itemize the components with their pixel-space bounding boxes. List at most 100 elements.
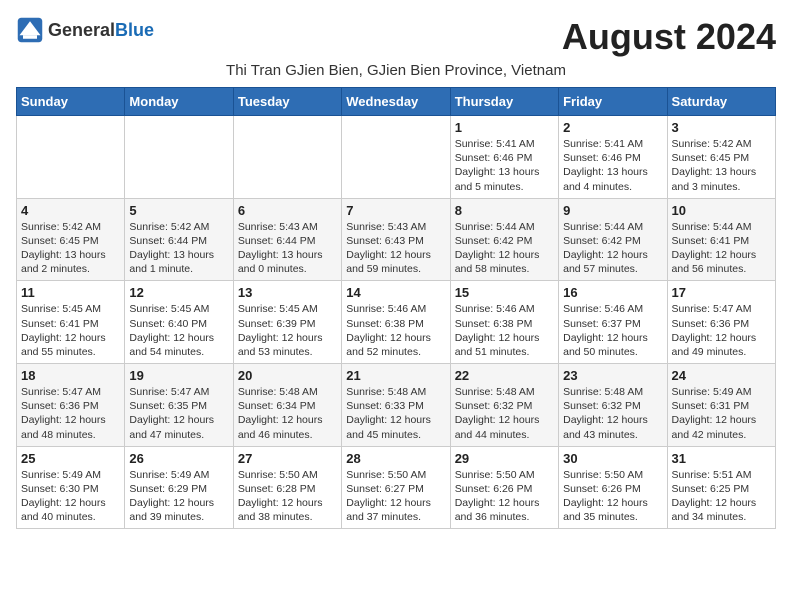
- day-cell: 26Sunrise: 5:49 AMSunset: 6:29 PMDayligh…: [125, 446, 233, 529]
- day-cell: 31Sunrise: 5:51 AMSunset: 6:25 PMDayligh…: [667, 446, 775, 529]
- day-info: Sunrise: 5:50 AMSunset: 6:27 PMDaylight:…: [346, 468, 445, 525]
- day-number: 27: [238, 451, 337, 466]
- day-number: 17: [672, 285, 771, 300]
- logo-general: General: [48, 20, 115, 40]
- week-row-4: 25 Sunrise: 5:49 AMSunset: 6:30 PMDayligh…: [17, 446, 776, 529]
- day-number: 21: [346, 368, 445, 383]
- day-number: 9: [563, 203, 662, 218]
- day-info: Sunrise: 5:42 AMSunset: 6:45 PMDaylight:…: [21, 220, 120, 277]
- day-info: Sunrise: 5:41 AMSunset: 6:46 PMDaylight:…: [563, 137, 662, 194]
- day-info: Sunrise: 5:47 AMSunset: 6:35 PMDaylight:…: [129, 385, 228, 442]
- day-cell: 10 Sunrise: 5:44 AMSunset: 6:41 PMDayligh…: [667, 198, 775, 281]
- day-cell: 7Sunrise: 5:43 AMSunset: 6:43 PMDaylight…: [342, 198, 450, 281]
- day-info: Sunrise: 5:44 AMSunset: 6:42 PMDaylight:…: [563, 220, 662, 277]
- day-number: 19: [129, 368, 228, 383]
- day-info: Sunrise: 5:45 AMSunset: 6:40 PMDaylight:…: [129, 302, 228, 359]
- day-cell: 6 Sunrise: 5:43 AMSunset: 6:44 PMDaylight…: [233, 198, 341, 281]
- day-number: 22: [455, 368, 554, 383]
- day-number: 8: [455, 203, 554, 218]
- day-number: 23: [563, 368, 662, 383]
- day-number: 25: [21, 451, 120, 466]
- day-cell: 3 Sunrise: 5:42 AMSunset: 6:45 PMDaylight…: [667, 116, 775, 199]
- day-info: Sunrise: 5:49 AMSunset: 6:30 PMDaylight:…: [21, 468, 120, 525]
- day-info: Sunrise: 5:49 AMSunset: 6:29 PMDaylight:…: [129, 468, 228, 525]
- day-info: Sunrise: 5:50 AMSunset: 6:26 PMDaylight:…: [563, 468, 662, 525]
- col-header-sunday: Sunday: [17, 88, 125, 116]
- day-cell: 11 Sunrise: 5:45 AMSunset: 6:41 PMDayligh…: [17, 281, 125, 364]
- day-cell: 23 Sunrise: 5:48 AMSunset: 6:32 PMDayligh…: [559, 364, 667, 447]
- logo-blue: Blue: [115, 20, 154, 40]
- day-number: 20: [238, 368, 337, 383]
- col-header-tuesday: Tuesday: [233, 88, 341, 116]
- day-number: 18: [21, 368, 120, 383]
- logo-text: GeneralBlue: [48, 20, 154, 41]
- page-header: GeneralBlue August 2024: [16, 16, 776, 58]
- day-cell: 5 Sunrise: 5:42 AMSunset: 6:44 PMDaylight…: [125, 198, 233, 281]
- day-info: Sunrise: 5:44 AMSunset: 6:42 PMDaylight:…: [455, 220, 554, 277]
- day-number: 3: [672, 120, 771, 135]
- day-info: Sunrise: 5:49 AMSunset: 6:31 PMDaylight:…: [672, 385, 771, 442]
- col-header-wednesday: Wednesday: [342, 88, 450, 116]
- day-cell: 20 Sunrise: 5:48 AMSunset: 6:34 PMDayligh…: [233, 364, 341, 447]
- day-info: Sunrise: 5:46 AMSunset: 6:38 PMDaylight:…: [346, 302, 445, 359]
- day-cell: 4 Sunrise: 5:42 AMSunset: 6:45 PMDaylight…: [17, 198, 125, 281]
- day-info: Sunrise: 5:45 AMSunset: 6:39 PMDaylight:…: [238, 302, 337, 359]
- day-cell: 16 Sunrise: 5:46 AMSunset: 6:37 PMDayligh…: [559, 281, 667, 364]
- calendar-header-row: SundayMondayTuesdayWednesdayThursdayFrid…: [17, 88, 776, 116]
- col-header-saturday: Saturday: [667, 88, 775, 116]
- week-row-0: 1Sunrise: 5:41 AMSunset: 6:46 PMDaylight…: [17, 116, 776, 199]
- day-cell: [17, 116, 125, 199]
- day-info: Sunrise: 5:43 AMSunset: 6:44 PMDaylight:…: [238, 220, 337, 277]
- day-cell: 27 Sunrise: 5:50 AMSunset: 6:28 PMDayligh…: [233, 446, 341, 529]
- day-cell: 9 Sunrise: 5:44 AMSunset: 6:42 PMDaylight…: [559, 198, 667, 281]
- day-cell: [233, 116, 341, 199]
- calendar-body: 1Sunrise: 5:41 AMSunset: 6:46 PMDaylight…: [17, 116, 776, 529]
- day-info: Sunrise: 5:46 AMSunset: 6:38 PMDaylight:…: [455, 302, 554, 359]
- day-number: 13: [238, 285, 337, 300]
- day-info: Sunrise: 5:44 AMSunset: 6:41 PMDaylight:…: [672, 220, 771, 277]
- day-number: 11: [21, 285, 120, 300]
- col-header-thursday: Thursday: [450, 88, 558, 116]
- day-number: 4: [21, 203, 120, 218]
- day-info: Sunrise: 5:46 AMSunset: 6:37 PMDaylight:…: [563, 302, 662, 359]
- day-cell: [125, 116, 233, 199]
- day-info: Sunrise: 5:47 AMSunset: 6:36 PMDaylight:…: [672, 302, 771, 359]
- day-info: Sunrise: 5:42 AMSunset: 6:45 PMDaylight:…: [672, 137, 771, 194]
- week-row-1: 4 Sunrise: 5:42 AMSunset: 6:45 PMDaylight…: [17, 198, 776, 281]
- col-header-monday: Monday: [125, 88, 233, 116]
- day-number: 16: [563, 285, 662, 300]
- day-cell: 22 Sunrise: 5:48 AMSunset: 6:32 PMDayligh…: [450, 364, 558, 447]
- day-number: 10: [672, 203, 771, 218]
- day-number: 14: [346, 285, 445, 300]
- month-title: August 2024: [562, 16, 776, 58]
- day-cell: 13 Sunrise: 5:45 AMSunset: 6:39 PMDayligh…: [233, 281, 341, 364]
- day-info: Sunrise: 5:48 AMSunset: 6:32 PMDaylight:…: [563, 385, 662, 442]
- day-number: 5: [129, 203, 228, 218]
- day-info: Sunrise: 5:45 AMSunset: 6:41 PMDaylight:…: [21, 302, 120, 359]
- day-info: Sunrise: 5:48 AMSunset: 6:33 PMDaylight:…: [346, 385, 445, 442]
- day-cell: 28Sunrise: 5:50 AMSunset: 6:27 PMDayligh…: [342, 446, 450, 529]
- subtitle: Thi Tran GJien Bien, GJien Bien Province…: [16, 62, 776, 79]
- day-info: Sunrise: 5:43 AMSunset: 6:43 PMDaylight:…: [346, 220, 445, 277]
- day-info: Sunrise: 5:42 AMSunset: 6:44 PMDaylight:…: [129, 220, 228, 277]
- day-number: 15: [455, 285, 554, 300]
- day-info: Sunrise: 5:48 AMSunset: 6:34 PMDaylight:…: [238, 385, 337, 442]
- day-cell: 8 Sunrise: 5:44 AMSunset: 6:42 PMDaylight…: [450, 198, 558, 281]
- day-cell: 18Sunrise: 5:47 AMSunset: 6:36 PMDayligh…: [17, 364, 125, 447]
- day-cell: 2 Sunrise: 5:41 AMSunset: 6:46 PMDaylight…: [559, 116, 667, 199]
- day-number: 31: [672, 451, 771, 466]
- day-number: 2: [563, 120, 662, 135]
- day-cell: 12Sunrise: 5:45 AMSunset: 6:40 PMDayligh…: [125, 281, 233, 364]
- day-number: 30: [563, 451, 662, 466]
- logo: GeneralBlue: [16, 16, 154, 44]
- day-info: Sunrise: 5:41 AMSunset: 6:46 PMDaylight:…: [455, 137, 554, 194]
- logo-icon: [16, 16, 44, 44]
- day-cell: 24Sunrise: 5:49 AMSunset: 6:31 PMDayligh…: [667, 364, 775, 447]
- day-cell: 29Sunrise: 5:50 AMSunset: 6:26 PMDayligh…: [450, 446, 558, 529]
- day-info: Sunrise: 5:50 AMSunset: 6:28 PMDaylight:…: [238, 468, 337, 525]
- day-info: Sunrise: 5:48 AMSunset: 6:32 PMDaylight:…: [455, 385, 554, 442]
- day-cell: 21 Sunrise: 5:48 AMSunset: 6:33 PMDayligh…: [342, 364, 450, 447]
- day-number: 6: [238, 203, 337, 218]
- day-cell: 30 Sunrise: 5:50 AMSunset: 6:26 PMDayligh…: [559, 446, 667, 529]
- day-cell: 15 Sunrise: 5:46 AMSunset: 6:38 PMDayligh…: [450, 281, 558, 364]
